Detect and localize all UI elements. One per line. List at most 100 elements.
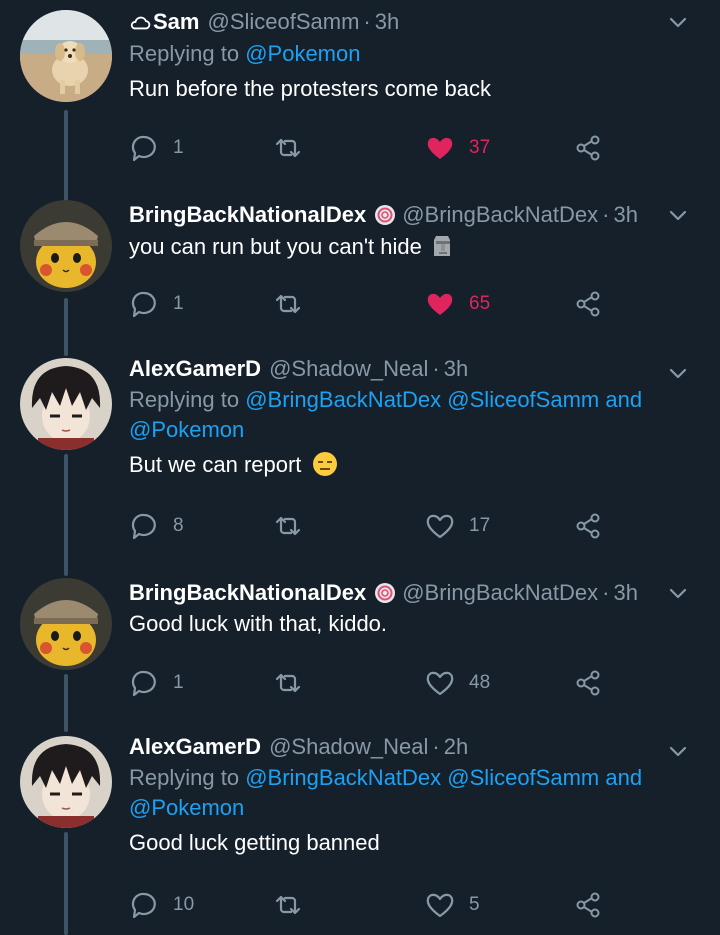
tweet-text: Good luck getting banned: [129, 830, 380, 855]
share-button[interactable]: [573, 668, 603, 698]
share-icon: [576, 291, 600, 317]
display-name[interactable]: BringBackNationalDex: [129, 201, 366, 229]
tweet-header: BringBackNationalDex @BringBackNatDex · …: [129, 201, 690, 229]
timestamp[interactable]: 3h: [613, 579, 637, 607]
reply-button[interactable]: 1: [129, 668, 184, 698]
like-button[interactable]: 65: [425, 289, 490, 319]
chevron-down-icon[interactable]: [666, 581, 690, 605]
separator: ·: [363, 9, 371, 34]
tweet-text: you can run but you can't hide: [129, 234, 422, 259]
avatar-anime[interactable]: [20, 736, 112, 828]
separator: ·: [602, 580, 610, 605]
reply-count: 8: [173, 515, 184, 536]
heart-outline-icon: [426, 514, 454, 539]
dog-photo-icon: [20, 10, 112, 102]
mention-link[interactable]: @SliceofSamm: [447, 765, 599, 790]
retweet-button[interactable]: [273, 511, 317, 541]
user-handle[interactable]: @BringBackNatDex: [402, 201, 598, 229]
reply-icon: [131, 291, 156, 318]
reply-button[interactable]: 10: [129, 890, 194, 920]
user-handle[interactable]: @SliceofSamm: [207, 8, 359, 36]
chevron-down-icon[interactable]: [666, 10, 690, 34]
thread-line: [64, 674, 68, 732]
tweet-actions: 1 37: [129, 133, 689, 165]
chevron-down-icon[interactable]: [666, 203, 690, 227]
reply-count: 1: [173, 293, 184, 314]
reply-button[interactable]: 1: [129, 289, 184, 319]
share-button[interactable]: [573, 133, 603, 163]
reply-button[interactable]: 8: [129, 511, 184, 541]
like-button[interactable]: 5: [425, 890, 480, 920]
display-name[interactable]: AlexGamerD: [129, 733, 261, 761]
expressionless-face-icon: [312, 452, 337, 476]
reply-button[interactable]: 1: [129, 133, 184, 163]
tweet-actions: 1 48: [129, 668, 689, 700]
reply-icon: [131, 513, 156, 540]
retweet-button[interactable]: [273, 668, 317, 698]
reply-icon: [131, 670, 156, 697]
display-name[interactable]: Sam: [153, 8, 199, 36]
like-button[interactable]: 37: [425, 133, 490, 163]
reply-count: 1: [173, 672, 184, 693]
mention-link[interactable]: @Pokemon: [129, 795, 244, 820]
retweet-icon: [275, 673, 301, 693]
avatar-pikachu[interactable]: [20, 200, 112, 292]
avatar-dog[interactable]: [20, 10, 112, 102]
like-button[interactable]: 17: [425, 511, 490, 541]
tweet-header: Sam @SliceofSamm · 3h: [129, 8, 690, 36]
retweet-icon: [275, 516, 301, 536]
mention-link[interactable]: @Pokemon: [245, 41, 360, 66]
mention-link[interactable]: @SliceofSamm: [447, 387, 599, 412]
like-count: 37: [469, 137, 491, 158]
heart-filled-icon: [427, 137, 453, 159]
mention-link[interactable]: @BringBackNatDex: [245, 765, 441, 790]
mention-link[interactable]: @BringBackNatDex: [245, 387, 441, 412]
tweet-text: But we can report: [129, 452, 302, 477]
timestamp[interactable]: 3h: [375, 8, 399, 36]
thread-line: [64, 454, 68, 576]
display-name[interactable]: AlexGamerD: [129, 355, 261, 383]
timestamp[interactable]: 3h: [613, 201, 637, 229]
mention-and[interactable]: and: [605, 387, 642, 412]
anime-boy-icon: [20, 358, 112, 450]
retweet-icon: [275, 294, 301, 314]
chevron-down-icon[interactable]: [666, 361, 690, 385]
anime-boy-icon: [20, 736, 112, 828]
reply-count: 10: [173, 894, 195, 915]
share-button[interactable]: [573, 890, 603, 920]
retweet-icon: [275, 895, 301, 915]
swirl-badge-icon: [375, 583, 396, 603]
tweet-actions: 1 65: [129, 289, 689, 321]
retweet-button[interactable]: [273, 890, 317, 920]
like-button[interactable]: 48: [425, 668, 490, 698]
retweet-button[interactable]: [273, 289, 317, 319]
retweet-button[interactable]: [273, 133, 317, 163]
separator: ·: [602, 202, 610, 227]
user-handle[interactable]: @Shadow_Neal: [269, 733, 428, 761]
replying-to: Replying to @BringBackNatDex @SliceofSam…: [129, 763, 690, 823]
mention-and[interactable]: and: [605, 765, 642, 790]
share-button[interactable]: [573, 289, 603, 319]
display-name[interactable]: BringBackNationalDex: [129, 579, 366, 607]
share-button[interactable]: [573, 511, 603, 541]
avatar-pikachu[interactable]: [20, 578, 112, 670]
retweet-icon: [275, 138, 301, 158]
mention-link[interactable]: @Pokemon: [129, 417, 244, 442]
timestamp[interactable]: 2h: [444, 733, 468, 761]
thread-line: [64, 298, 68, 356]
thread-line: [64, 832, 68, 935]
like-count: 5: [469, 894, 480, 915]
thread-line: [64, 110, 68, 202]
avatar-anime[interactable]: [20, 358, 112, 450]
swirl-badge-icon: [375, 205, 396, 225]
pikachu-detective-icon: [20, 578, 112, 670]
user-handle[interactable]: @Shadow_Neal: [269, 355, 428, 383]
timestamp[interactable]: 3h: [444, 355, 468, 383]
separator: ·: [432, 356, 440, 381]
replying-prefix: Replying to: [129, 41, 240, 66]
tweet-text-line: you can run but you can't hide: [129, 232, 690, 262]
replying-to: Replying to @BringBackNatDex @SliceofSam…: [129, 385, 690, 445]
user-handle[interactable]: @BringBackNatDex: [402, 579, 598, 607]
chevron-down-icon[interactable]: [666, 739, 690, 763]
share-icon: [576, 135, 600, 161]
